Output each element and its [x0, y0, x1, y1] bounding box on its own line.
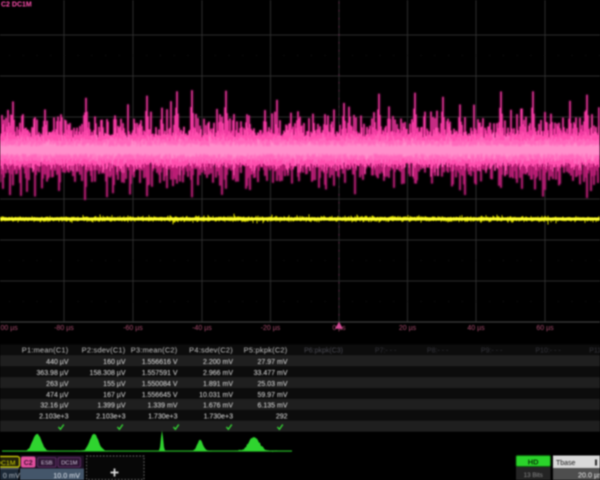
svg-text:33.477 mV: 33.477 mV	[254, 370, 288, 377]
svg-text:10.0 mV: 10.0 mV	[53, 471, 80, 480]
svg-text:2.103e+3: 2.103e+3	[39, 414, 68, 421]
svg-text:0 mV: 0 mV	[3, 471, 20, 480]
svg-text:P9:- - -: P9:- - -	[481, 348, 503, 355]
svg-text:363.98 µV: 363.98 µV	[36, 370, 68, 377]
svg-text:P2:sdev(C1): P2:sdev(C1)	[82, 346, 126, 355]
svg-text:1.676 mV: 1.676 mV	[203, 403, 233, 410]
svg-text:ESB: ESB	[41, 461, 53, 467]
svg-text:1.557591 V: 1.557591 V	[142, 370, 178, 377]
svg-text:P10:- - -: P10:- - -	[535, 348, 561, 355]
svg-text:2.200 mV: 2.200 mV	[203, 359, 233, 366]
svg-text:292: 292	[276, 414, 288, 421]
svg-text:P1:mean(C1): P1:mean(C1)	[22, 346, 69, 355]
svg-text:13 Bits: 13 Bits	[524, 472, 543, 479]
svg-text:20.0 µs: 20.0 µs	[578, 470, 600, 479]
svg-text:P6:pkpk(C3): P6:pkpk(C3)	[304, 348, 343, 355]
svg-text:1.556616 V: 1.556616 V	[142, 359, 178, 366]
svg-text:474 µV: 474 µV	[46, 392, 69, 399]
svg-text:Tbase: Tbase	[556, 460, 576, 467]
svg-text:-80 µs: -80 µs	[54, 325, 74, 332]
svg-text:-60 µs: -60 µs	[123, 325, 143, 332]
svg-text:1.730e+3: 1.730e+3	[204, 414, 233, 421]
svg-text:-20 µs: -20 µs	[261, 325, 281, 332]
svg-text:27.97 mV: 27.97 mV	[258, 359, 288, 366]
svg-text:P3:mean(C2): P3:mean(C2)	[131, 346, 178, 355]
svg-text:158.308 µV: 158.308 µV	[90, 370, 126, 377]
svg-text:263 µV: 263 µV	[46, 381, 69, 388]
svg-text:DC1M: DC1M	[0, 460, 16, 467]
svg-text:1.550084 V: 1.550084 V	[142, 381, 178, 388]
svg-text:59.97 mV: 59.97 mV	[258, 392, 288, 399]
svg-text:167 µV: 167 µV	[103, 392, 126, 399]
svg-text:440 µV: 440 µV	[46, 359, 69, 366]
svg-text:40 µs: 40 µs	[467, 325, 485, 332]
svg-text:160 µV: 160 µV	[103, 359, 126, 366]
svg-text:P5:pkpk(C2): P5:pkpk(C2)	[244, 346, 288, 355]
svg-text:25.03 mV: 25.03 mV	[258, 381, 288, 388]
svg-text:20 µs: 20 µs	[399, 325, 417, 332]
svg-text:32.16 µV: 32.16 µV	[40, 403, 68, 410]
svg-text:P8:- - -: P8:- - -	[427, 348, 449, 355]
svg-text:1.556645 V: 1.556645 V	[142, 392, 178, 399]
svg-text:HD: HD	[528, 457, 539, 466]
svg-text:1.730e+3: 1.730e+3	[148, 414, 177, 421]
svg-text:60 µs: 60 µs	[536, 325, 554, 332]
svg-text:2.103e+3: 2.103e+3	[96, 414, 125, 421]
svg-text:1.399 µV: 1.399 µV	[97, 403, 125, 410]
svg-text:C2 DC1M: C2 DC1M	[1, 2, 32, 9]
svg-text:P7:- - -: P7:- - -	[375, 348, 397, 355]
svg-text:P4:sdev(C2): P4:sdev(C2)	[189, 346, 233, 355]
svg-text:-40 µs: -40 µs	[192, 325, 212, 332]
svg-text:C2: C2	[24, 460, 33, 467]
svg-text:DC1M: DC1M	[61, 461, 78, 467]
svg-text:10.031 mV: 10.031 mV	[199, 392, 233, 399]
svg-text:6.135 mV: 6.135 mV	[258, 403, 288, 410]
svg-text:2.966 mV: 2.966 mV	[203, 370, 233, 377]
svg-text:1.891 mV: 1.891 mV	[203, 381, 233, 388]
svg-text:155 µV: 155 µV	[103, 381, 126, 388]
svg-text:00 µs: 00 µs	[1, 325, 19, 332]
svg-text:P11:- - -: P11:- - -	[589, 348, 600, 355]
svg-text:1.339 mV: 1.339 mV	[148, 403, 178, 410]
